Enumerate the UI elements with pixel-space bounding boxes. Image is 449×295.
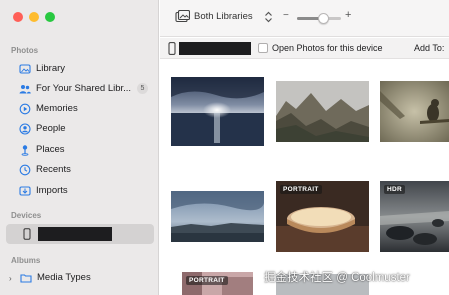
chevron-right-icon[interactable]: › — [9, 274, 17, 283]
memories-icon — [18, 102, 31, 115]
photo-mountains[interactable] — [276, 81, 369, 142]
open-photos-label[interactable]: Open Photos for this device — [272, 43, 383, 53]
sidebar-item-label: Memories — [36, 103, 78, 114]
sidebar-item-library[interactable]: Library — [6, 59, 154, 78]
photo-pie[interactable]: PORTRAIT — [276, 181, 369, 252]
watermark-text: 掘金技术社区 @ Coolmuster — [264, 272, 410, 284]
sidebar-item-device[interactable] — [6, 224, 154, 244]
phone-icon — [20, 228, 33, 241]
sidebar-item-label: Library — [36, 63, 66, 74]
photo-bird[interactable] — [380, 81, 449, 142]
close-window-button[interactable] — [13, 12, 23, 22]
sidebar-section-photos: Photos — [11, 46, 39, 55]
zoom-slider-thumb[interactable] — [317, 13, 329, 24]
imports-icon — [18, 184, 31, 197]
open-photos-checkbox[interactable] — [258, 43, 268, 53]
sidebar-item-label: For Your Shared Libr... — [36, 83, 132, 94]
zoom-slider[interactable] — [297, 13, 341, 24]
sidebar-item-recents[interactable]: Recents — [6, 160, 154, 179]
portrait-badge: PORTRAIT — [186, 276, 228, 285]
count-badge: 5 — [137, 83, 148, 94]
hdr-badge: HDR — [384, 185, 405, 194]
sidebar-section-albums: Albums — [11, 256, 41, 265]
toolbar: Both Libraries − + — [160, 0, 449, 37]
import-bar: Open Photos for this device Add To: — [160, 38, 449, 59]
minimize-window-button[interactable] — [29, 12, 39, 22]
photo-portrait-row3[interactable]: PORTRAIT — [182, 272, 253, 295]
sidebar: Photos Library For Your Shared Libr... 5… — [0, 0, 159, 295]
sidebar-item-label: People — [36, 123, 66, 134]
clock-icon — [18, 163, 31, 176]
chevron-updown-icon[interactable] — [264, 10, 273, 24]
photo-library-icon — [175, 9, 191, 23]
sidebar-item-people[interactable]: People — [6, 119, 154, 138]
sidebar-item-imports[interactable]: Imports — [6, 181, 154, 200]
photo-coast-city[interactable] — [171, 191, 264, 242]
sidebar-item-places[interactable]: Places — [6, 140, 154, 159]
zoom-window-button[interactable] — [45, 12, 55, 22]
photo-sea-sunset[interactable] — [171, 77, 264, 146]
library-selector[interactable]: Both Libraries — [175, 9, 253, 23]
photo-rocks-hdr[interactable]: HDR — [380, 181, 449, 252]
places-pin-icon — [18, 143, 31, 156]
folder-icon — [19, 271, 32, 284]
photo-grid: PORTRAIT HDR PORTRAIT — [160, 60, 449, 295]
sidebar-item-memories[interactable]: Memories — [6, 99, 154, 118]
zoom-in-button[interactable]: + — [345, 9, 351, 21]
device-phone-icon — [168, 42, 176, 55]
sidebar-item-label: Places — [36, 144, 65, 155]
sidebar-item-media-types[interactable]: › Media Types — [6, 268, 154, 287]
sidebar-item-shared-library[interactable]: For Your Shared Libr... 5 — [6, 79, 154, 98]
sidebar-item-label: Media Types — [37, 272, 91, 283]
add-to-label[interactable]: Add To: — [414, 43, 444, 53]
sidebar-item-label: Recents — [36, 164, 71, 175]
sidebar-item-label: Imports — [36, 185, 68, 196]
device-name-redacted — [38, 227, 112, 241]
zoom-out-button[interactable]: − — [283, 10, 289, 21]
portrait-badge: PORTRAIT — [280, 185, 322, 194]
sidebar-section-devices: Devices — [11, 211, 42, 220]
window-controls — [13, 12, 55, 22]
library-icon — [18, 62, 31, 75]
library-selector-label: Both Libraries — [194, 11, 253, 22]
people-icon — [18, 122, 31, 135]
shared-people-icon — [18, 82, 31, 95]
import-device-name-redacted — [179, 42, 251, 55]
